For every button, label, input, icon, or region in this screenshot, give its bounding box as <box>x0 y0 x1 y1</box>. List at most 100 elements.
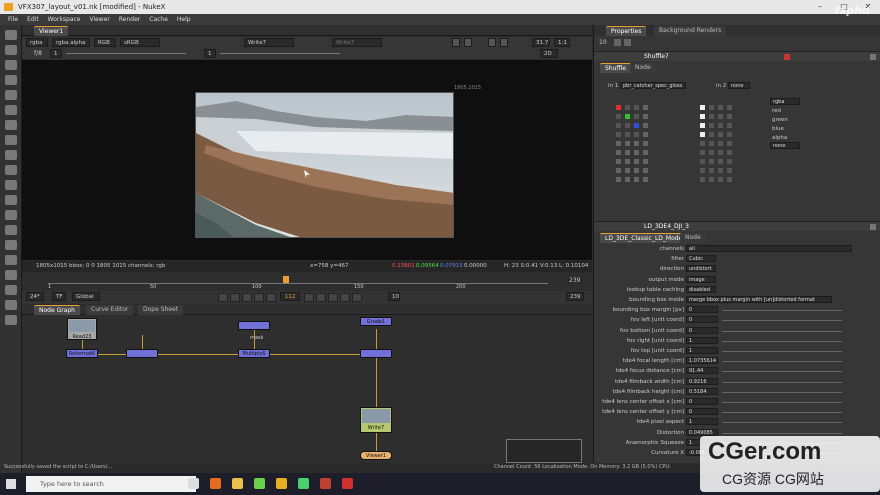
knob-slider[interactable] <box>722 391 842 393</box>
shuffle-cell[interactable] <box>643 177 648 182</box>
format-dropdown[interactable]: TF <box>52 292 66 301</box>
shuffle-cell[interactable] <box>634 132 639 137</box>
shuffle-cell[interactable] <box>727 123 732 128</box>
lock-icon[interactable] <box>500 38 508 47</box>
node-write[interactable]: Write7 <box>360 407 392 433</box>
draw-tools-icon[interactable] <box>5 45 17 55</box>
tab-properties[interactable]: Properties <box>606 26 647 36</box>
shuffle-cell[interactable] <box>700 159 705 164</box>
shuffle-cell[interactable] <box>616 168 621 173</box>
nuke-taskbar-icon[interactable] <box>276 478 287 489</box>
shuffle-cell[interactable] <box>616 105 621 110</box>
shuffle-cell[interactable] <box>616 141 621 146</box>
knob-value[interactable]: 0 <box>686 326 718 334</box>
menu-edit[interactable]: Edit <box>27 14 39 25</box>
shuffle-cell[interactable] <box>634 114 639 119</box>
shuffle-cell[interactable] <box>700 177 705 182</box>
windows-start-icon[interactable] <box>6 479 16 489</box>
out-frame-field[interactable]: 239 <box>566 292 584 301</box>
shuffle-cell[interactable] <box>634 150 639 155</box>
shuffle-cell[interactable] <box>718 150 723 155</box>
tab-background-renders[interactable]: Background Renders <box>654 26 727 36</box>
shuffle-cell[interactable] <box>718 159 723 164</box>
knob-value[interactable]: 91.44 <box>686 367 718 375</box>
app-green-icon[interactable] <box>254 478 265 489</box>
clear-panels-icon[interactable] <box>624 39 631 46</box>
viewer-canvas[interactable]: 1805,1015 <box>22 60 592 260</box>
roi-icon[interactable] <box>452 38 460 47</box>
shuffle-cell[interactable] <box>625 159 630 164</box>
firefox-icon[interactable] <box>210 478 221 489</box>
shuffle-cell[interactable] <box>643 114 648 119</box>
node-read[interactable]: Read23 <box>67 318 97 340</box>
knob-slider[interactable] <box>722 330 842 332</box>
node-merge[interactable] <box>360 349 392 358</box>
shuffle-cell[interactable] <box>643 159 648 164</box>
knob-value[interactable]: all <box>686 245 852 252</box>
knob-value[interactable]: undistort <box>686 265 716 273</box>
shuffle-cell[interactable] <box>643 123 648 128</box>
views-tools-icon[interactable] <box>5 180 17 190</box>
shuffle-cell[interactable] <box>616 159 621 164</box>
knob-slider[interactable] <box>722 361 842 363</box>
shuffle-cell[interactable] <box>709 123 714 128</box>
shuffle-cell[interactable] <box>727 159 732 164</box>
metadata-tools-icon[interactable] <box>5 195 17 205</box>
shuffle-cell[interactable] <box>718 168 723 173</box>
app-red-icon[interactable] <box>320 478 331 489</box>
node-multiply[interactable]: Multiply6 <box>238 349 270 358</box>
node-graph[interactable]: Read23 Reformat6 mask Multiply6 Grade1 W… <box>22 315 592 464</box>
fps-field[interactable]: 24* <box>26 292 44 301</box>
shuffle-cell[interactable] <box>700 114 705 119</box>
menu-cache[interactable]: Cache <box>149 14 168 25</box>
shuffle-cell[interactable] <box>709 105 714 110</box>
shuffle-cell[interactable] <box>709 177 714 182</box>
lens-close-icon[interactable] <box>870 224 876 230</box>
shuffle-cell[interactable] <box>625 105 630 110</box>
shuffle-cell[interactable] <box>700 123 705 128</box>
step-back-frame-icon[interactable] <box>266 293 276 302</box>
shuffle-cell[interactable] <box>727 114 732 119</box>
shuffle-cell[interactable] <box>634 141 639 146</box>
in2-dropdown[interactable]: none <box>728 82 750 89</box>
step-back-icon[interactable] <box>254 293 264 302</box>
zoom-dropdown[interactable]: 31.7 <box>532 38 550 47</box>
current-frame-field[interactable]: 112 <box>280 292 300 301</box>
minimize-button[interactable]: – <box>808 0 832 14</box>
step-forward-frame-icon[interactable] <box>304 293 314 302</box>
shuffle-cell[interactable] <box>625 168 630 173</box>
shuffle-cell[interactable] <box>634 168 639 173</box>
cara-tools-icon[interactable] <box>5 285 17 295</box>
knob-value[interactable]: disabled <box>686 285 716 293</box>
knob-value[interactable]: 0 <box>686 316 718 324</box>
shuffle-close-icon[interactable] <box>870 54 876 60</box>
tab-curve-editor[interactable]: Curve Editor <box>86 305 134 315</box>
gamma-field[interactable]: 1 <box>204 49 216 58</box>
lock-panel-icon[interactable] <box>614 39 621 46</box>
fstop-field[interactable]: 1 <box>50 49 62 58</box>
3d-tools-icon[interactable] <box>5 165 17 175</box>
shuffle-cell[interactable] <box>727 132 732 137</box>
node-grade[interactable]: Grade1 <box>360 317 392 326</box>
shuffle-cell[interactable] <box>625 141 630 146</box>
step-field[interactable]: 10 <box>388 292 400 301</box>
shuffle-cell[interactable] <box>727 105 732 110</box>
next-keyframe-icon[interactable] <box>340 293 350 302</box>
task-view-icon[interactable] <box>188 478 199 489</box>
app-red2-icon[interactable] <box>342 478 353 489</box>
shuffle-cell[interactable] <box>625 177 630 182</box>
menu-render[interactable]: Render <box>119 14 140 25</box>
shuffle-cell[interactable] <box>616 177 621 182</box>
layer-dropdown[interactable]: rgba.alpha <box>52 38 90 47</box>
knob-value[interactable]: 0.9216 <box>686 377 718 385</box>
input-a-dropdown[interactable]: Write7 <box>244 38 294 47</box>
shuffle-cell[interactable] <box>634 123 639 128</box>
knob-value[interactable]: 1.0735614 <box>686 357 718 365</box>
keyer-tools-icon[interactable] <box>5 120 17 130</box>
app-green2-icon[interactable] <box>298 478 309 489</box>
menu-help[interactable]: Help <box>177 14 191 25</box>
shuffle-cell[interactable] <box>709 141 714 146</box>
knob-value[interactable]: merge bbox plus margin with [un]distorte… <box>686 296 832 303</box>
knob-slider[interactable] <box>722 381 842 383</box>
knob-slider[interactable] <box>722 320 842 322</box>
